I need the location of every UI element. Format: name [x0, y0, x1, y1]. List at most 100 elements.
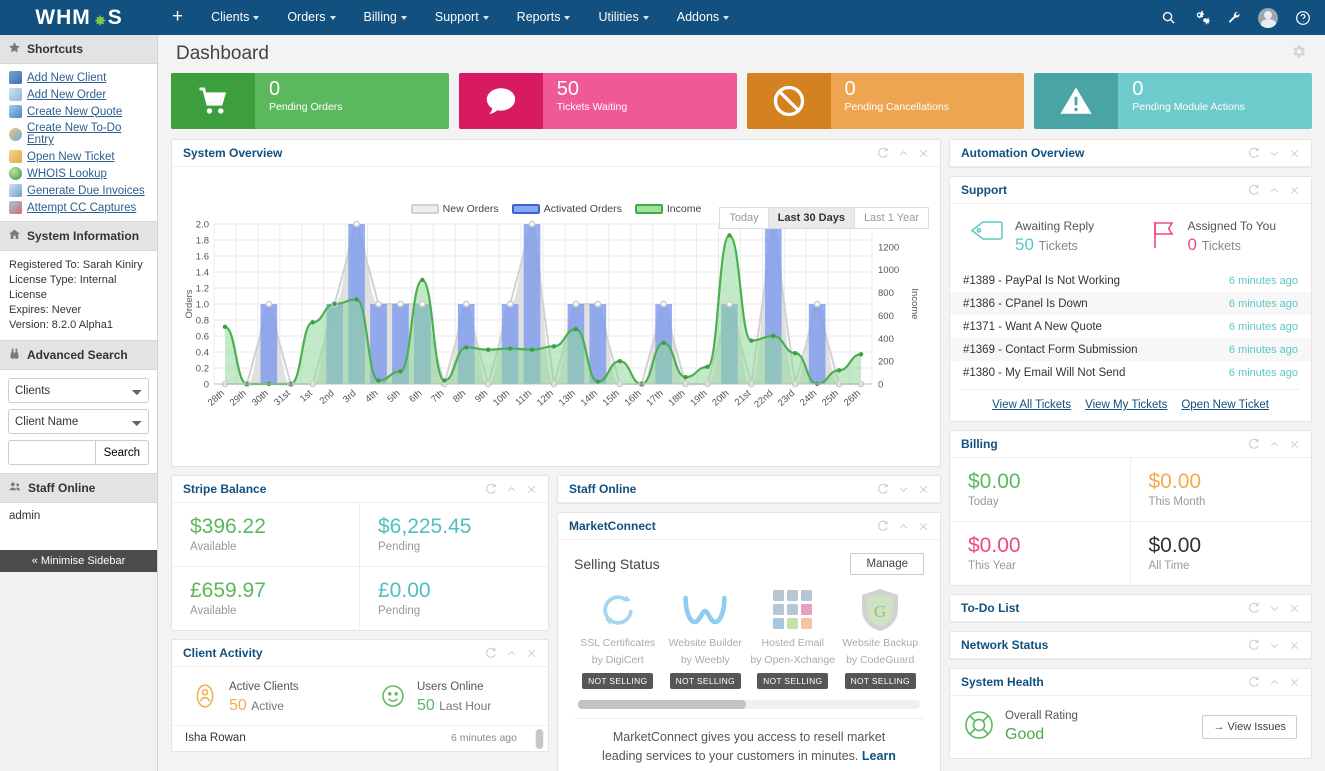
ticket-icon — [9, 150, 22, 163]
shortcut-attempt-cc-captures[interactable]: Attempt CC Captures — [0, 199, 157, 216]
nav-orders[interactable]: Orders — [273, 0, 349, 35]
expand-icon[interactable] — [1269, 603, 1280, 614]
legend-swatch — [512, 204, 540, 214]
refresh-icon[interactable] — [485, 647, 497, 659]
service-hosted-email[interactable]: Hosted Email by Open-Xchange NOT SELLING — [749, 586, 837, 689]
collapse-icon[interactable] — [506, 648, 517, 659]
refresh-icon[interactable] — [1248, 639, 1260, 651]
expand-icon[interactable] — [1269, 640, 1280, 651]
search-field-select[interactable]: Client Name — [8, 409, 149, 434]
collapse-icon[interactable] — [898, 521, 909, 532]
stat-card-pending-orders[interactable]: 0 Pending Orders — [171, 73, 449, 129]
nav-addons[interactable]: Addons — [663, 0, 743, 35]
stat-card-tickets-waiting[interactable]: 50 Tickets Waiting — [459, 73, 737, 129]
shortcut-open-new-ticket[interactable]: Open New Ticket — [0, 148, 157, 165]
avatar[interactable] — [1258, 8, 1278, 28]
whmcs-logo[interactable]: WHM S — [0, 0, 158, 35]
range-last-1-year[interactable]: Last 1 Year — [855, 207, 929, 229]
close-icon[interactable] — [1289, 677, 1300, 688]
expand-icon[interactable] — [898, 484, 909, 495]
activity-scrollbar[interactable] — [535, 729, 544, 749]
svg-text:Orders: Orders — [184, 289, 195, 318]
search-button[interactable]: Search — [95, 440, 149, 465]
refresh-icon[interactable] — [877, 147, 889, 159]
close-icon[interactable] — [526, 648, 537, 659]
view-issues-button[interactable]: → View Issues — [1202, 715, 1297, 739]
shortcut-add-new-client[interactable]: Add New Client — [0, 69, 157, 86]
settings-icon[interactable] — [1193, 10, 1210, 25]
nav-support[interactable]: Support — [421, 0, 503, 35]
assigned-to-you-text: Assigned To You 0 Tickets — [1188, 218, 1277, 257]
search-type-select[interactable]: Clients — [8, 378, 149, 403]
dashboard-settings-gear-icon[interactable] — [1290, 43, 1307, 65]
close-icon[interactable] — [526, 484, 537, 495]
manage-button[interactable]: Manage — [850, 553, 924, 575]
ticket-row[interactable]: #1386 - CPanel Is Down6 minutes ago — [950, 292, 1311, 315]
overall-rating-value: Good — [1005, 724, 1078, 745]
shortcut-generate-due-invoices[interactable]: Generate Due Invoices — [0, 182, 157, 199]
range-today[interactable]: Today — [719, 207, 768, 229]
close-icon[interactable] — [1289, 439, 1300, 450]
close-icon[interactable] — [1289, 640, 1300, 651]
comment-icon — [459, 73, 543, 129]
svg-text:400: 400 — [878, 334, 894, 345]
minimise-sidebar-button[interactable]: « Minimise Sidebar — [0, 550, 157, 572]
legend-income[interactable]: Income — [635, 203, 701, 215]
client-activity-row[interactable]: Isha Rowan 6 minutes ago — [172, 725, 548, 751]
refresh-icon[interactable] — [1248, 147, 1260, 159]
service-website-backup[interactable]: G Website Backup by CodeGuard NOT SELLIN… — [837, 586, 925, 689]
expand-icon[interactable] — [1269, 148, 1280, 159]
collapse-icon[interactable] — [898, 148, 909, 159]
quick-add-button[interactable]: + — [158, 0, 197, 35]
help-icon[interactable] — [1295, 10, 1311, 26]
collapse-icon[interactable] — [506, 484, 517, 495]
close-icon[interactable] — [1289, 185, 1300, 196]
view-all-tickets-link[interactable]: View All Tickets — [992, 399, 1071, 411]
refresh-icon[interactable] — [1248, 438, 1260, 450]
shortcut-add-new-order[interactable]: Add New Order — [0, 86, 157, 103]
close-icon[interactable] — [1289, 148, 1300, 159]
view-my-tickets-link[interactable]: View My Tickets — [1085, 399, 1167, 411]
refresh-icon[interactable] — [485, 483, 497, 495]
ticket-row[interactable]: #1389 - PayPal Is Not Working6 minutes a… — [950, 269, 1311, 292]
refresh-icon[interactable] — [1248, 676, 1260, 688]
refresh-icon[interactable] — [877, 483, 889, 495]
open-new-ticket-link[interactable]: Open New Ticket — [1181, 399, 1269, 411]
page-header: Dashboard — [158, 35, 1325, 73]
marketconnect-scrollbar[interactable] — [578, 700, 920, 709]
range-last-30-days[interactable]: Last 30 Days — [769, 207, 855, 229]
collapse-icon[interactable] — [1269, 439, 1280, 450]
legend-new-orders[interactable]: New Orders — [411, 203, 499, 215]
stat-card-pending-cancellations[interactable]: 0 Pending Cancellations — [747, 73, 1025, 129]
search-icon[interactable] — [1161, 10, 1176, 25]
panel-title: System Health — [961, 675, 1044, 689]
stat-card-pending-module-actions[interactable]: 0 Pending Module Actions — [1034, 73, 1312, 129]
refresh-icon[interactable] — [1248, 602, 1260, 614]
close-icon[interactable] — [918, 521, 929, 532]
nav-clients[interactable]: Clients — [197, 0, 273, 35]
wrench-icon[interactable] — [1227, 10, 1241, 25]
collapse-icon[interactable] — [1269, 677, 1280, 688]
close-icon[interactable] — [1289, 603, 1300, 614]
search-input[interactable] — [8, 440, 95, 465]
selling-status-header: Selling Status Manage — [574, 553, 924, 575]
collapse-icon[interactable] — [1269, 185, 1280, 196]
nav-reports[interactable]: Reports — [503, 0, 585, 35]
refresh-icon[interactable] — [877, 520, 889, 532]
nav-utilities[interactable]: Utilities — [584, 0, 662, 35]
shortcut-create-new-quote[interactable]: Create New Quote — [0, 103, 157, 120]
cell-label: Today — [968, 495, 1130, 510]
refresh-icon[interactable] — [1248, 184, 1260, 196]
cell-label: Available — [190, 604, 359, 619]
ticket-row[interactable]: #1369 - Contact Form Submission6 minutes… — [950, 338, 1311, 361]
ticket-row[interactable]: #1380 - My Email Will Not Send6 minutes … — [950, 361, 1311, 384]
ticket-row[interactable]: #1371 - Want A New Quote6 minutes ago — [950, 315, 1311, 338]
close-icon[interactable] — [918, 148, 929, 159]
service-website-builder[interactable]: Website Builder by Weebly NOT SELLING — [662, 586, 750, 689]
shortcut-whois-lookup[interactable]: WHOIS Lookup — [0, 165, 157, 182]
service-ssl-certificates[interactable]: SSL Certificates by DigiCert NOT SELLING — [574, 586, 662, 689]
shortcut-create-new-todo[interactable]: Create New To-Do Entry — [0, 120, 157, 148]
nav-billing[interactable]: Billing — [350, 0, 421, 35]
legend-activated-orders[interactable]: Activated Orders — [512, 203, 622, 215]
close-icon[interactable] — [918, 484, 929, 495]
